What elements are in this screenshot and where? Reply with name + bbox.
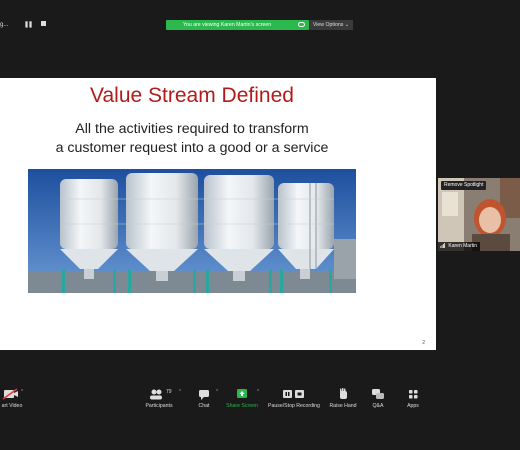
recording-indicator: g... ❚❚ [0,21,46,28]
raise-hand-label: Raise Hand [329,403,357,409]
screen-share-banner-text: You are viewing Karen Martin's screen [183,22,272,28]
zoom-meeting-window: g... ❚❚ You are viewing Karen Martin's s… [0,0,520,450]
pause-stop-recording-button[interactable]: Pause/Stop Recording [264,380,324,410]
screen-share-banner: You are viewing Karen Martin's screen [166,20,309,30]
silos-photo [28,169,356,293]
raise-hand-icon [340,388,347,399]
participants-button[interactable]: 79 Participants [140,380,178,410]
chat-chevron-icon[interactable]: ⌃ [215,389,219,395]
shared-screen-slide: Value Stream Defined All the activities … [0,78,436,350]
participant-name-tag: Karen Martin [438,242,481,251]
stop-icon[interactable] [40,21,46,26]
share-screen-button[interactable]: Share Screen [222,380,262,410]
slide-title: Value Stream Defined [90,84,294,107]
slide-page-number: 2 [422,340,425,346]
apps-icon [409,390,418,399]
meeting-toolbar: art Video ⌃ 79 Participants ⌃ Chat ⌃ Sha… [0,380,520,410]
slide-subtitle-line-2: a customer request into a good or a serv… [55,140,329,156]
cloud-icon [298,22,305,27]
apps-button[interactable]: Apps [400,380,426,410]
slide-subtitle: All the activities required to transform… [0,120,384,158]
start-video-label: art Video [1,403,23,409]
view-options-button[interactable]: View Options ⌄ [309,20,353,30]
participant-video-tile[interactable]: Remove Spotlight Karen Martin [438,178,520,251]
qa-button[interactable]: Q&A [366,380,390,410]
slide-subtitle-line-1: All the activities required to transform [75,121,309,137]
pause-icon[interactable]: ❚❚ [24,21,33,28]
qa-icon [372,389,384,399]
start-video-button[interactable]: art Video [0,380,24,410]
participants-chevron-icon[interactable]: ⌃ [178,389,182,395]
chat-icon [199,390,209,400]
participants-label: Participants [145,403,173,409]
chat-button[interactable]: Chat [192,380,216,410]
raise-hand-button[interactable]: Raise Hand [326,380,360,410]
remove-spotlight-button[interactable]: Remove Spotlight [441,181,487,190]
mic-icon [440,242,445,248]
recording-label: Pause/Stop Recording [268,403,320,409]
share-screen-label: Share Screen [226,403,258,409]
participants-count: 79 [166,389,172,395]
top-bar: g... ❚❚ You are viewing Karen Martin's s… [0,0,520,34]
participant-name: Karen Martin [448,243,478,249]
chat-label: Chat [198,403,210,409]
qa-label: Q&A [372,403,384,409]
apps-label: Apps [407,403,419,409]
recording-icon [283,390,304,398]
recording-status-text: g... [0,22,9,28]
participants-icon [150,389,162,400]
share-screen-chevron-icon[interactable]: ⌃ [256,389,260,395]
video-options-chevron-icon[interactable]: ⌃ [20,389,24,395]
